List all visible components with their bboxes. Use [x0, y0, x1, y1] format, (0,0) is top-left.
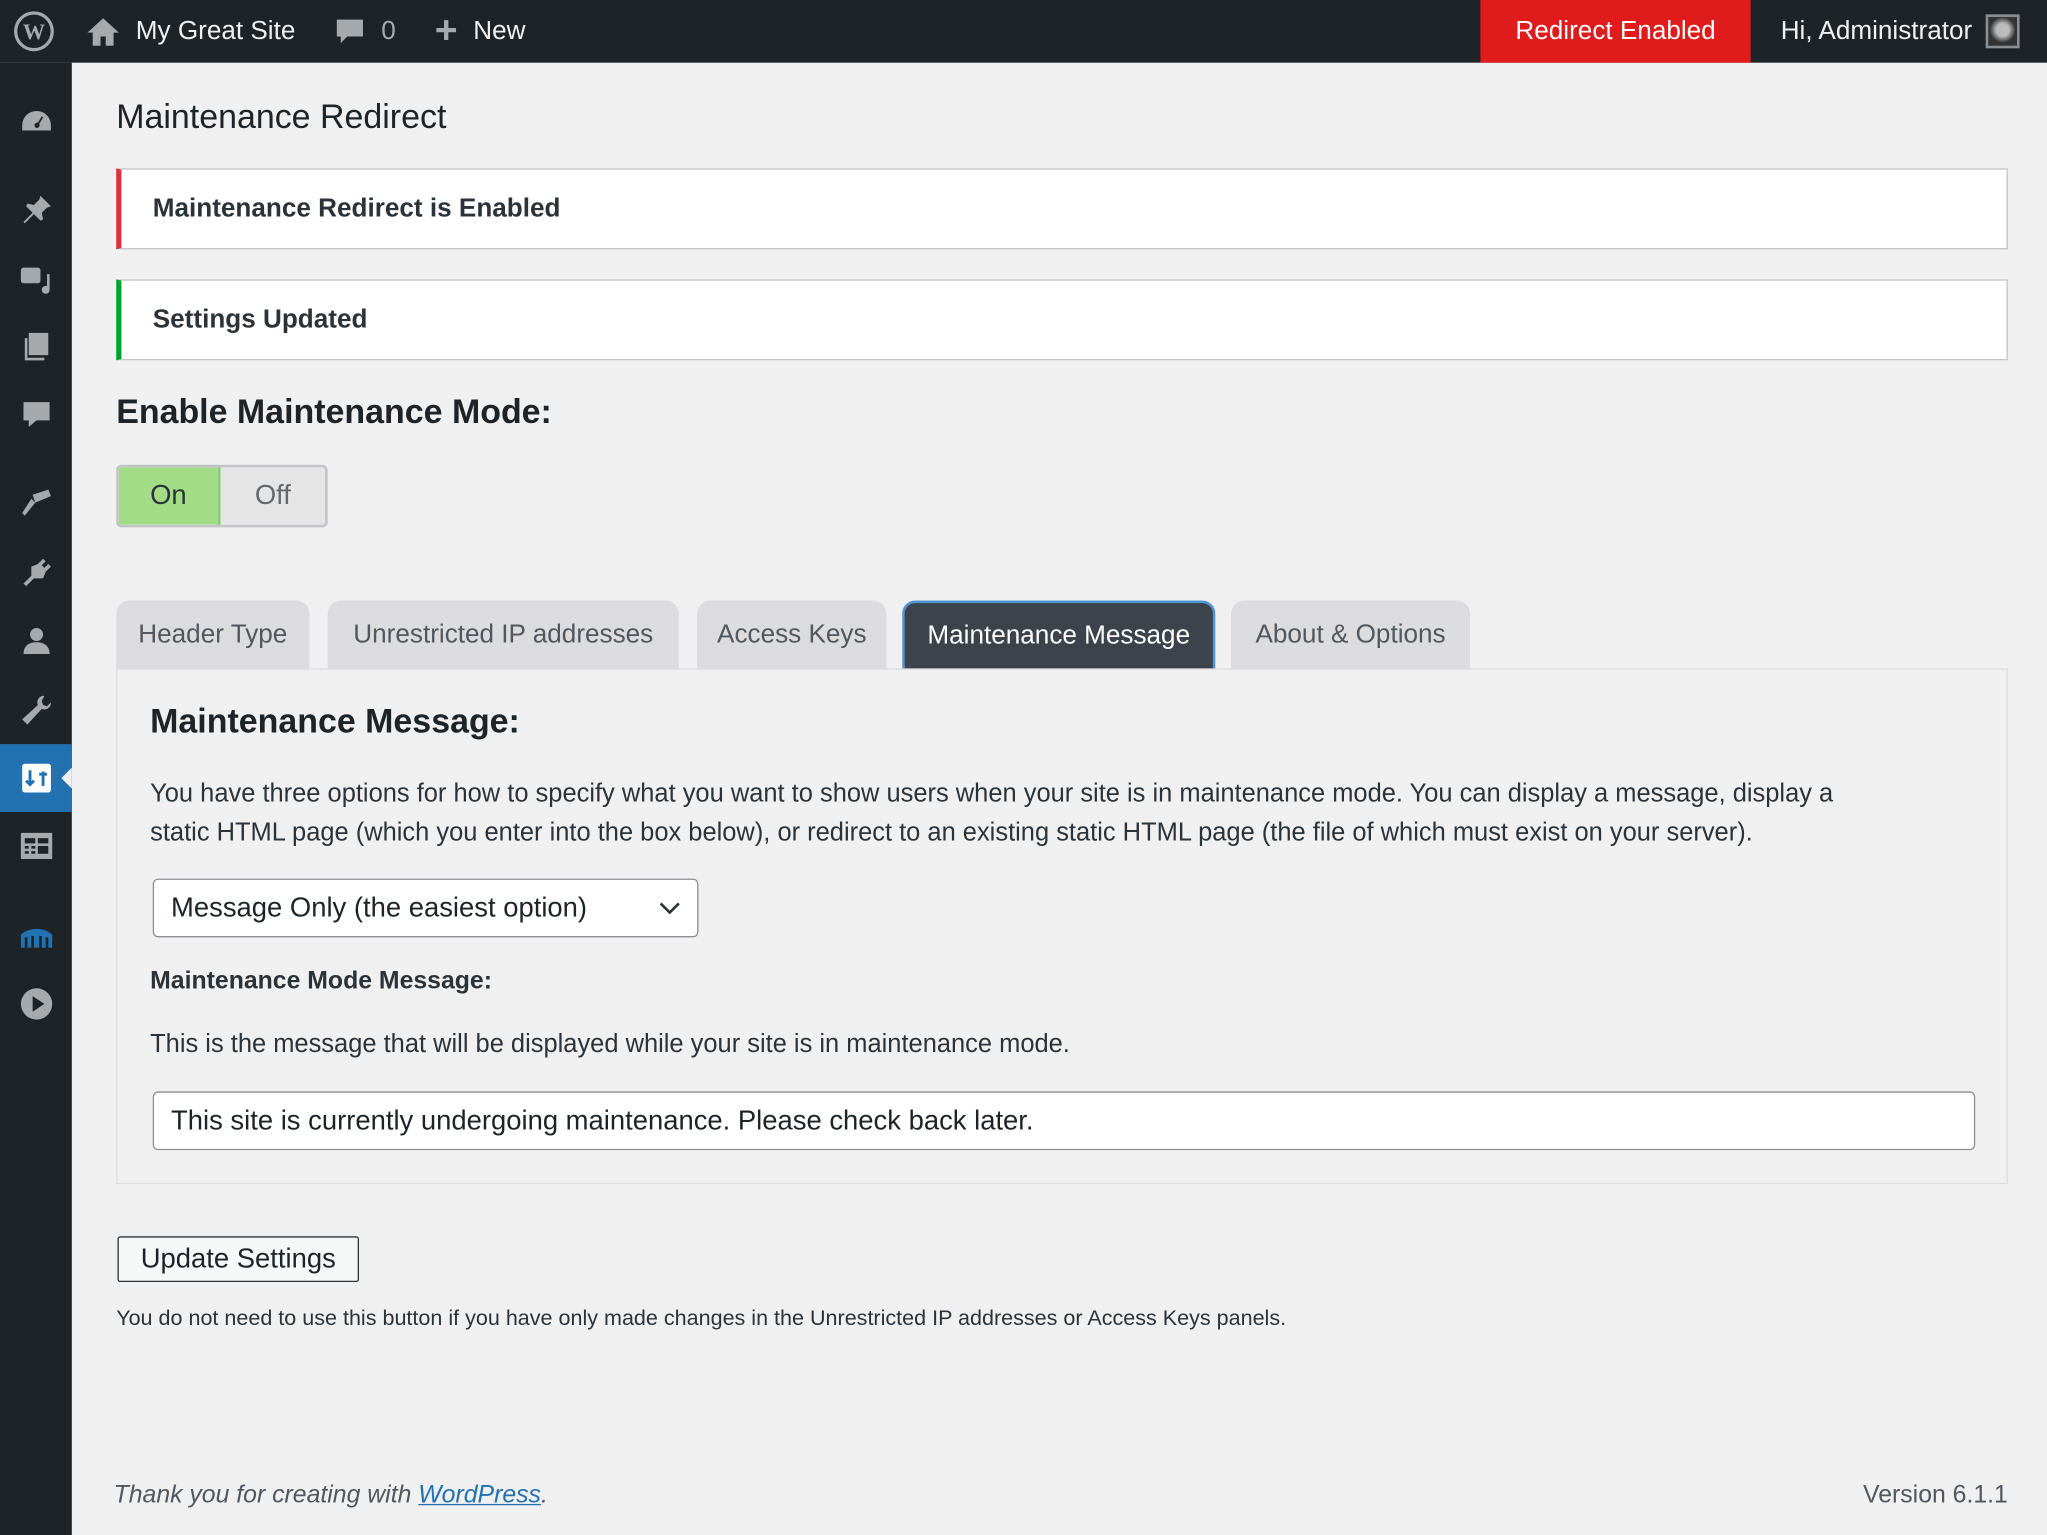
settings-updated-notice: Settings Updated [116, 279, 2008, 361]
maintenance-message-input[interactable]: This site is currently undergoing mainte… [152, 1091, 1976, 1151]
select-value: Message Only (the easiest option) [171, 892, 588, 923]
media-icon[interactable] [0, 253, 72, 305]
wp-admin-page: W My Great Site 0 + New Redirect Enabled… [0, 0, 2047, 1535]
redirect-enabled-notice: Maintenance Redirect is Enabled [116, 168, 2008, 250]
panel-heading: Maintenance Message: [150, 701, 520, 741]
message-label: Maintenance Mode Message: [150, 967, 492, 995]
comments-link[interactable]: 0 [334, 0, 396, 63]
description-line: You have three options for how to specif… [150, 779, 1834, 809]
pages-icon[interactable] [0, 321, 72, 373]
avatar [1985, 14, 2020, 49]
page-title: Maintenance Redirect [116, 96, 447, 136]
footer-thanks: Thank you for creating with WordPress. [114, 1482, 548, 1511]
plugins-icon[interactable] [0, 547, 72, 599]
maintenance-redirect-icon[interactable] [0, 744, 72, 813]
tab-access-keys[interactable]: Access Keys [697, 600, 887, 670]
dashboard-icon[interactable] [0, 95, 72, 147]
site-name: My Great Site [135, 16, 296, 46]
update-note: You do not need to use this button if yo… [116, 1306, 1287, 1331]
greeting: Hi, Administrator [1780, 16, 1973, 46]
bridge-icon[interactable] [0, 910, 72, 962]
wordpress-link[interactable]: WordPress [418, 1482, 541, 1509]
users-icon[interactable] [0, 615, 72, 667]
plus-icon: + [434, 9, 458, 53]
panel-description: You have three options for how to specif… [150, 774, 1833, 852]
chevron-down-icon [659, 902, 680, 915]
comments-count: 0 [381, 16, 396, 46]
tab-unrestricted-ip[interactable]: Unrestricted IP addresses [327, 600, 679, 670]
tab-maintenance-message[interactable]: Maintenance Message [902, 600, 1216, 670]
redirect-enabled-badge[interactable]: Redirect Enabled [1480, 0, 1751, 63]
footer-period: . [540, 1481, 548, 1510]
account-menu[interactable]: Hi, Administrator [1781, 0, 2020, 63]
update-settings-button[interactable]: Update Settings [117, 1236, 360, 1283]
new-label: New [473, 16, 526, 46]
comments-icon[interactable] [0, 389, 72, 441]
enable-mode-heading: Enable Maintenance Mode: [116, 391, 552, 431]
toggle-on-button[interactable]: On [118, 467, 221, 525]
posts-icon[interactable] [0, 184, 72, 236]
message-help: This is the message that will be display… [150, 1030, 1070, 1059]
admin-sidebar [0, 62, 72, 1535]
version-text: Version 6.1.1 [1863, 1481, 2008, 1510]
toggle-off-button[interactable]: Off [220, 467, 326, 525]
footer-thanks-text: Thank you for creating with [113, 1481, 419, 1510]
play-icon[interactable] [0, 978, 72, 1030]
message-type-select[interactable]: Message Only (the easiest option) [152, 878, 699, 938]
home-icon [87, 18, 119, 46]
wordpress-logo-icon[interactable]: W [13, 0, 55, 63]
svg-text:W: W [23, 19, 45, 44]
maintenance-mode-toggle: On Off [116, 464, 328, 528]
tab-header-type[interactable]: Header Type [116, 600, 310, 670]
forms-icon[interactable] [0, 820, 72, 872]
new-content-link[interactable]: + New [435, 0, 526, 63]
tab-about-options[interactable]: About & Options [1231, 600, 1470, 670]
tools-icon[interactable] [0, 684, 72, 736]
admin-bar: W My Great Site 0 + New Redirect Enabled… [0, 0, 2047, 63]
description-line: static HTML page (which you enter into t… [150, 818, 1753, 848]
site-link[interactable]: My Great Site [86, 0, 295, 63]
appearance-icon[interactable] [0, 478, 72, 530]
comment-icon [336, 19, 363, 44]
